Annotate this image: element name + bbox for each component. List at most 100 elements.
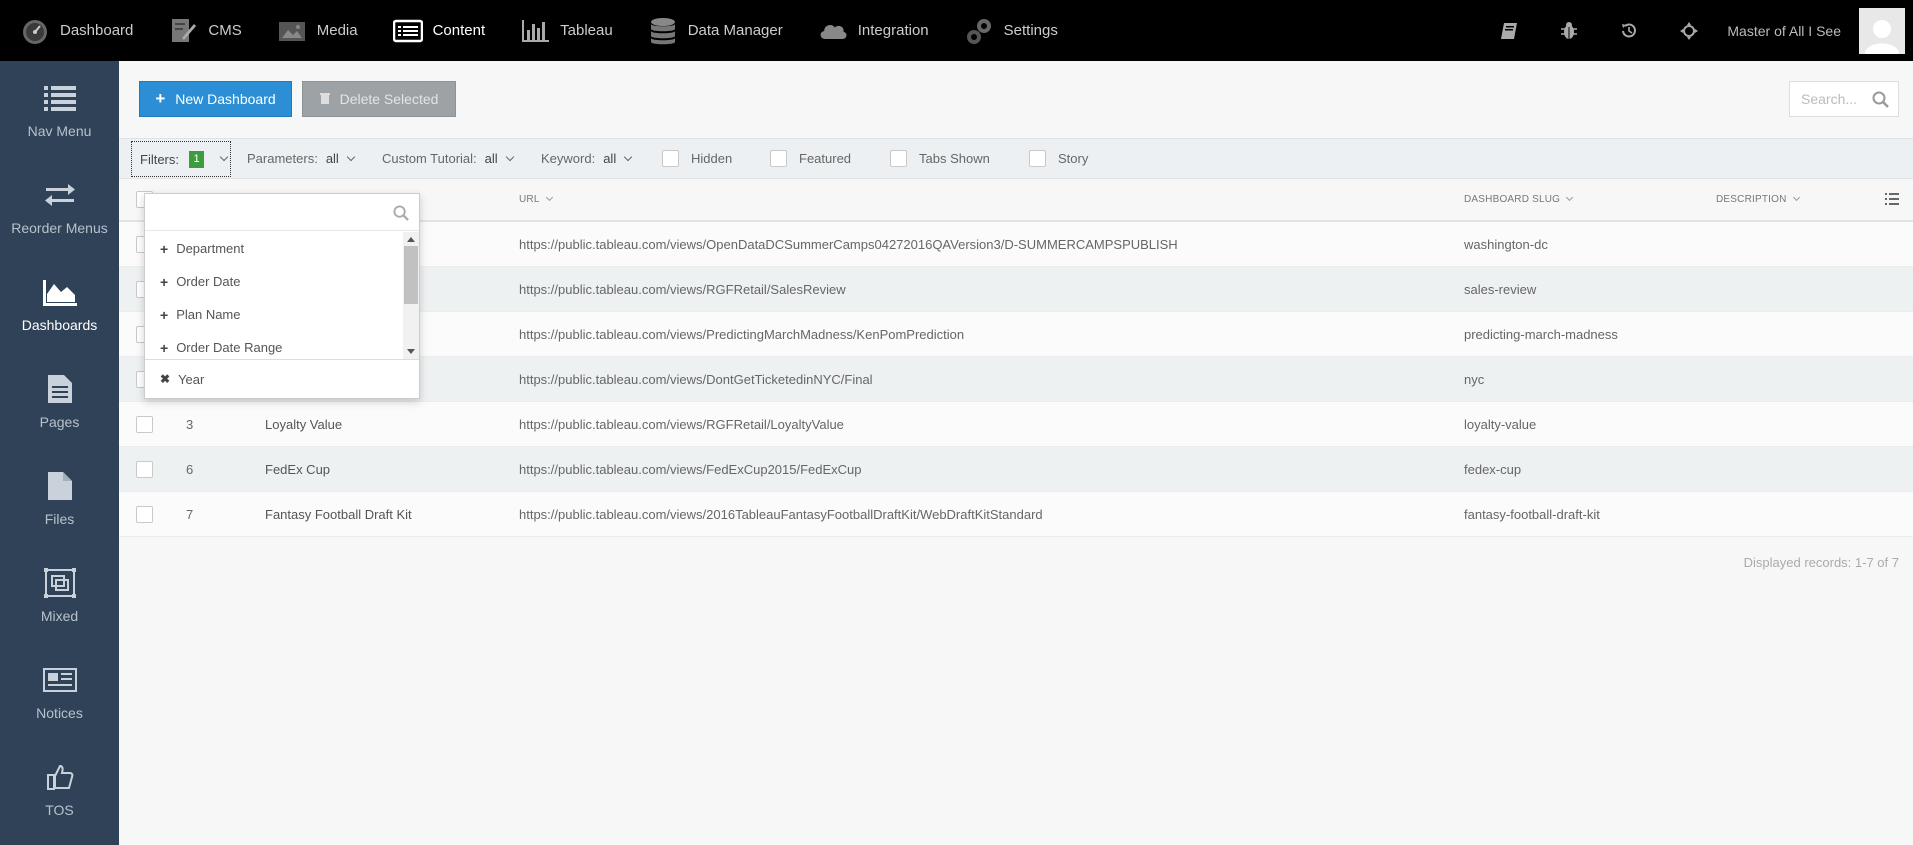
custom-tutorial-filter[interactable]: Custom Tutorial: all bbox=[382, 139, 514, 178]
new-dashboard-label: New Dashboard bbox=[175, 91, 276, 107]
dropdown-option-order-date[interactable]: + Order Date bbox=[145, 265, 419, 298]
dropdown-option-plan-name[interactable]: + Plan Name bbox=[145, 298, 419, 331]
column-header-label: DESCRIPTION bbox=[1716, 194, 1787, 205]
tabs-shown-label: Tabs Shown bbox=[919, 151, 990, 166]
row-checkbox[interactable] bbox=[136, 492, 153, 536]
sidebar-item-dashboards[interactable]: Dashboards bbox=[0, 255, 119, 352]
row-name[interactable]: FedEx Cup bbox=[265, 447, 330, 491]
parameters-filter[interactable]: Parameters: all bbox=[247, 139, 356, 178]
row-url: https://public.tableau.com/views/FedExCu… bbox=[519, 461, 862, 477]
trash-icon bbox=[319, 91, 330, 107]
row-slug: fantasy-football-draft-kit bbox=[1464, 506, 1600, 522]
nav-dashboard-label: Dashboard bbox=[60, 22, 134, 39]
dropdown-option-order-date-range[interactable]: + Order Date Range bbox=[145, 331, 419, 359]
new-dashboard-button[interactable]: + New Dashboard bbox=[139, 81, 292, 117]
dropdown-search-input[interactable] bbox=[145, 194, 419, 231]
plus-icon: + bbox=[160, 306, 169, 323]
sidebar-item-mixed[interactable]: Mixed bbox=[0, 546, 119, 643]
nav-media[interactable]: Media bbox=[257, 0, 373, 61]
featured-checkbox[interactable]: Featured bbox=[770, 139, 851, 178]
sidebar-item-label: Nav Menu bbox=[27, 122, 92, 139]
parameters-value: all bbox=[325, 151, 339, 166]
nav-cms[interactable]: CMS bbox=[148, 0, 256, 61]
featured-label: Featured bbox=[799, 151, 852, 166]
column-header-slug[interactable]: DASHBOARD SLUG bbox=[1464, 179, 1574, 220]
row-url: https://public.tableau.com/views/2016Tab… bbox=[519, 506, 1043, 522]
cloud-icon bbox=[818, 16, 848, 46]
dropdown-option-label: Department bbox=[176, 241, 245, 256]
scroll-up-icon[interactable] bbox=[407, 237, 415, 242]
bar-chart-icon bbox=[520, 16, 550, 46]
hidden-checkbox[interactable]: Hidden bbox=[662, 139, 732, 178]
custom-tutorial-label: Custom Tutorial: bbox=[382, 151, 477, 166]
scroll-down-icon[interactable] bbox=[407, 349, 415, 354]
table-row[interactable]: 3 Loyalty Value https://public.tableau.c… bbox=[119, 402, 1913, 447]
hidden-label: Hidden bbox=[691, 151, 733, 166]
nav-dashboard[interactable]: Dashboard bbox=[0, 0, 148, 61]
filters-label: Filters: bbox=[140, 151, 179, 167]
book-icon[interactable] bbox=[1498, 20, 1520, 42]
sidebar-item-label: Pages bbox=[39, 413, 80, 430]
sidebar-item-files[interactable]: Files bbox=[0, 449, 119, 546]
table-row[interactable]: 7 Fantasy Football Draft Kit https://pub… bbox=[119, 492, 1913, 537]
sidebar-item-tos[interactable]: TOS bbox=[0, 740, 119, 837]
dropdown-scrollbar[interactable] bbox=[403, 232, 419, 359]
sidebar-item-label: Mixed bbox=[40, 607, 79, 624]
checkbox[interactable] bbox=[662, 150, 679, 167]
story-checkbox[interactable]: Story bbox=[1029, 139, 1088, 178]
keyword-filter[interactable]: Keyword: all bbox=[541, 139, 633, 178]
column-list-icon[interactable] bbox=[1885, 193, 1899, 208]
nav-settings[interactable]: Settings bbox=[944, 0, 1073, 61]
content-list-icon bbox=[392, 16, 423, 46]
table-row[interactable]: 6 FedEx Cup https://public.tableau.com/v… bbox=[119, 447, 1913, 492]
nav-tableau-label: Tableau bbox=[560, 22, 613, 39]
file-icon bbox=[42, 469, 78, 503]
nav-tableau[interactable]: Tableau bbox=[500, 0, 628, 61]
dropdown-option-department[interactable]: + Department bbox=[145, 232, 419, 265]
row-checkbox[interactable] bbox=[136, 447, 153, 491]
user-name[interactable]: Master of All I See bbox=[1727, 23, 1841, 39]
top-navigation-bar: Dashboard CMS Media Content Tableau Data… bbox=[0, 0, 1913, 61]
sidebar-item-nav-menu[interactable]: Nav Menu bbox=[0, 61, 119, 158]
row-name[interactable]: Fantasy Football Draft Kit bbox=[265, 492, 412, 536]
nav-integration[interactable]: Integration bbox=[798, 0, 944, 61]
delete-selected-button[interactable]: Delete Selected bbox=[302, 81, 456, 117]
row-slug: fedex-cup bbox=[1464, 461, 1522, 477]
selected-filter-year[interactable]: ✖ Year bbox=[145, 359, 419, 398]
filter-dropdown: + Department + Order Date + Plan Name + … bbox=[144, 193, 420, 399]
column-header-url[interactable]: URL bbox=[519, 179, 553, 220]
column-header-description[interactable]: DESCRIPTION bbox=[1716, 179, 1800, 220]
row-id: 6 bbox=[186, 461, 194, 477]
nav-media-label: Media bbox=[316, 22, 358, 39]
bug-icon[interactable] bbox=[1558, 20, 1580, 42]
sidebar-item-label: Notices bbox=[36, 704, 83, 721]
nav-data-manager[interactable]: Data Manager bbox=[628, 0, 798, 61]
nav-cms-label: CMS bbox=[208, 22, 242, 39]
remove-icon[interactable]: ✖ bbox=[160, 372, 170, 386]
sidebar-item-reorder-menus[interactable]: Reorder Menus bbox=[0, 158, 119, 255]
checkbox[interactable] bbox=[1029, 150, 1046, 167]
column-header-label: URL bbox=[519, 194, 540, 205]
dropdown-option-label: Order Date bbox=[176, 274, 241, 289]
checkbox[interactable] bbox=[770, 150, 787, 167]
nav-content[interactable]: Content bbox=[373, 0, 501, 61]
search-icon[interactable] bbox=[1872, 91, 1889, 111]
sidebar-item-notices[interactable]: Notices bbox=[0, 643, 119, 740]
keyword-value: all bbox=[603, 151, 617, 166]
avatar[interactable] bbox=[1859, 7, 1905, 54]
row-slug: washington-dc bbox=[1464, 236, 1548, 252]
search-input[interactable]: Search... bbox=[1789, 81, 1899, 117]
filters-toggle[interactable]: Filters: 1 bbox=[131, 141, 231, 177]
nav-content-label: Content bbox=[432, 22, 486, 39]
crosshair-icon[interactable] bbox=[1678, 20, 1700, 42]
row-url: https://public.tableau.com/views/RGFReta… bbox=[519, 416, 844, 432]
scrollbar-thumb[interactable] bbox=[404, 246, 418, 304]
row-name[interactable]: Loyalty Value bbox=[265, 402, 342, 446]
tabs-shown-checkbox[interactable]: Tabs Shown bbox=[890, 139, 990, 178]
thumbs-up-icon bbox=[42, 760, 78, 794]
database-icon bbox=[648, 16, 678, 46]
row-checkbox[interactable] bbox=[136, 402, 153, 446]
history-icon[interactable] bbox=[1618, 20, 1640, 42]
checkbox[interactable] bbox=[890, 150, 907, 167]
sidebar-item-pages[interactable]: Pages bbox=[0, 352, 119, 449]
